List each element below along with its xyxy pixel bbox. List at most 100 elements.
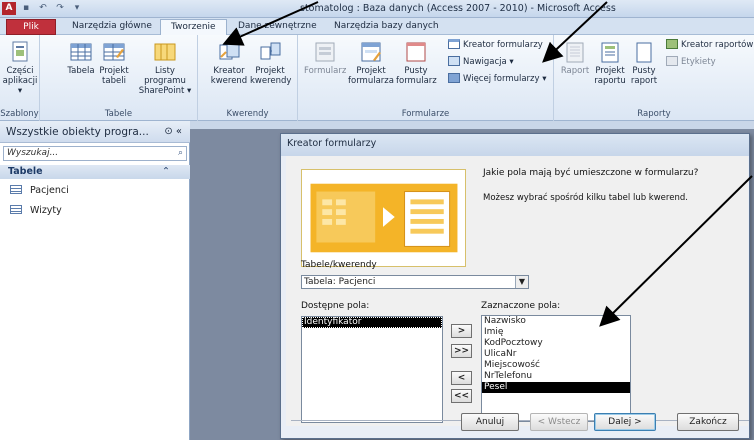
- report-button[interactable]: Raport: [558, 39, 592, 76]
- group-queries: Kreator kwerend Projekt kwerendy Kwerend…: [198, 35, 298, 121]
- group-reports: Raport Projekt raportu Pusty raport Krea…: [554, 35, 754, 121]
- customize-toolbar-icon[interactable]: ▾: [71, 2, 83, 15]
- sharepoint-lists-icon: [154, 43, 176, 61]
- table-design-button[interactable]: Projekt tabeli: [96, 39, 132, 86]
- table-icon: [10, 205, 22, 214]
- tables-queries-label: Tabele/kwerendy: [301, 260, 377, 270]
- nav-pane-header[interactable]: Wszystkie obiekty progra... ⊙ «: [0, 121, 190, 143]
- dialog-title: Kreator formularzy: [281, 134, 749, 156]
- nav-item-wizyty[interactable]: Wizyty: [10, 203, 62, 219]
- group-label-templates: Szablony: [0, 109, 39, 119]
- wizard-hint: Możesz wybrać spośród kilku tabel lub kw…: [483, 193, 688, 203]
- group-forms: Formularz Projekt formularza Pusty formu…: [298, 35, 554, 121]
- window-title: stomatolog : Baza danych (Access 2007 - …: [300, 3, 616, 14]
- redo-icon[interactable]: ↷: [54, 2, 66, 15]
- list-item[interactable]: KodPocztowy: [482, 338, 630, 349]
- add-all-fields-button[interactable]: >>: [451, 344, 472, 358]
- query-design-button[interactable]: Projekt kwerendy: [250, 39, 291, 86]
- group-label-reports: Raporty: [637, 109, 671, 119]
- form-design-button[interactable]: Projekt formularza: [348, 39, 394, 86]
- form-icon: [315, 42, 335, 62]
- list-item[interactable]: Miejscowość: [482, 360, 630, 371]
- workspace-top-strip: [190, 121, 754, 129]
- access-app-icon[interactable]: A: [2, 2, 16, 15]
- search-icon[interactable]: ⌕: [178, 147, 183, 160]
- blank-form-button[interactable]: Pusty formularz: [396, 39, 437, 86]
- navigation-icon: [448, 56, 460, 66]
- cancel-button[interactable]: Anuluj: [461, 413, 519, 431]
- available-fields-list[interactable]: Identyfikator: [301, 316, 443, 423]
- finish-button[interactable]: Zakończ: [677, 413, 739, 431]
- group-label-tables: Tabele: [104, 109, 133, 119]
- form-button[interactable]: Formularz: [304, 39, 346, 76]
- table-button[interactable]: Tabela: [66, 39, 96, 76]
- tab-home[interactable]: Narzędzia główne: [62, 19, 162, 35]
- list-item[interactable]: Imię: [482, 327, 630, 338]
- nav-item-pacjenci[interactable]: Pacjenci: [10, 183, 69, 199]
- wizard-question: Jakie pola mają być umieszczone w formul…: [483, 168, 699, 178]
- form-wizard-icon: [448, 39, 460, 49]
- tab-create[interactable]: Tworzenie: [160, 19, 227, 36]
- ribbon: Części aplikacji ▾ Szablony Tabela Proje…: [0, 35, 754, 121]
- report-design-icon: [601, 42, 619, 63]
- blank-report-button[interactable]: Pusty raport: [628, 39, 660, 86]
- available-fields-label: Dostępne pola:: [301, 301, 370, 311]
- tab-file[interactable]: Plik: [6, 19, 56, 35]
- undo-icon[interactable]: ↶: [37, 2, 49, 15]
- more-forms-icon: [448, 73, 460, 83]
- app-parts-button[interactable]: Części aplikacji ▾: [2, 39, 38, 96]
- blank-report-icon: [636, 42, 652, 63]
- form-wizard-dialog: Kreator formularzy Jakie pola mają być u…: [280, 133, 750, 439]
- dialog-body: Jakie pola mają być umieszczone w formul…: [286, 156, 749, 426]
- selected-fields-list[interactable]: Nazwisko Imię KodPocztowy UlicaNr Miejsc…: [481, 315, 631, 422]
- ribbon-tab-row: Plik Narzędzia główne Tworzenie Dane zew…: [0, 18, 754, 36]
- remove-field-button[interactable]: <: [451, 371, 472, 385]
- navigation-pane: Wszystkie obiekty progra... ⊙ « Wyszukaj…: [0, 121, 190, 440]
- selected-fields-label: Zaznaczone pola:: [481, 301, 561, 311]
- blank-form-icon: [406, 42, 426, 62]
- nav-pane-controls[interactable]: ⊙ «: [164, 121, 182, 143]
- report-design-button[interactable]: Projekt raportu: [592, 39, 628, 86]
- tables-queries-combo[interactable]: Tabela: Pacjenci ▼: [301, 275, 529, 289]
- group-tables: Tabela Projekt tabeli Listy programu Sha…: [40, 35, 198, 121]
- list-item[interactable]: UlicaNr: [482, 349, 630, 360]
- report-icon: [566, 42, 584, 63]
- chevron-down-icon[interactable]: ▼: [515, 276, 528, 288]
- quick-access-toolbar: ▪ ↶ ↷ ▾: [20, 2, 83, 15]
- group-label-forms: Formularze: [401, 109, 450, 119]
- labels-button[interactable]: Etykiety: [666, 56, 716, 68]
- query-wizard-button[interactable]: Kreator kwerend: [210, 39, 248, 86]
- title-bar: A ▪ ↶ ↷ ▾ stomatolog : Baza danych (Acce…: [0, 0, 754, 18]
- remove-all-fields-button[interactable]: <<: [451, 389, 472, 403]
- form-wizard-illustration: [301, 169, 466, 267]
- nav-search-input[interactable]: Wyszukaj... ⌕: [3, 146, 187, 161]
- table-icon: [70, 43, 92, 61]
- query-design-icon: [260, 42, 281, 60]
- report-wizard-button[interactable]: Kreator raportów: [666, 39, 753, 51]
- report-wizard-icon: [666, 39, 678, 49]
- back-button[interactable]: < Wstecz: [530, 413, 588, 431]
- list-item[interactable]: Pesel: [482, 382, 630, 393]
- navigation-button[interactable]: Nawigacja ▾: [448, 56, 514, 68]
- more-forms-button[interactable]: Więcej formularzy ▾: [448, 73, 547, 85]
- list-item[interactable]: NrTelefonu: [482, 371, 630, 382]
- save-icon[interactable]: ▪: [20, 2, 32, 15]
- sharepoint-lists-button[interactable]: Listy programu SharePoint ▾: [134, 39, 196, 96]
- next-button[interactable]: Dalej >: [594, 413, 656, 431]
- query-wizard-icon: [219, 42, 240, 60]
- list-item[interactable]: Identyfikator: [302, 317, 442, 328]
- collapse-icon[interactable]: ⌃: [162, 165, 170, 179]
- nav-group-tables[interactable]: Tabele ⌃: [0, 165, 190, 179]
- form-design-icon: [361, 42, 381, 62]
- tab-external-data[interactable]: Dane zewnętrzne: [228, 19, 327, 35]
- group-templates: Części aplikacji ▾ Szablony: [0, 35, 40, 121]
- form-wizard-button[interactable]: Kreator formularzy: [448, 39, 543, 51]
- labels-icon: [666, 56, 678, 66]
- add-field-button[interactable]: >: [451, 324, 472, 338]
- app-parts-icon: [12, 41, 28, 62]
- table-design-icon: [103, 43, 125, 61]
- tab-database-tools[interactable]: Narzędzia bazy danych: [324, 19, 449, 35]
- table-icon: [10, 185, 22, 194]
- list-item[interactable]: Nazwisko: [482, 316, 630, 327]
- group-label-queries: Kwerendy: [226, 109, 269, 119]
